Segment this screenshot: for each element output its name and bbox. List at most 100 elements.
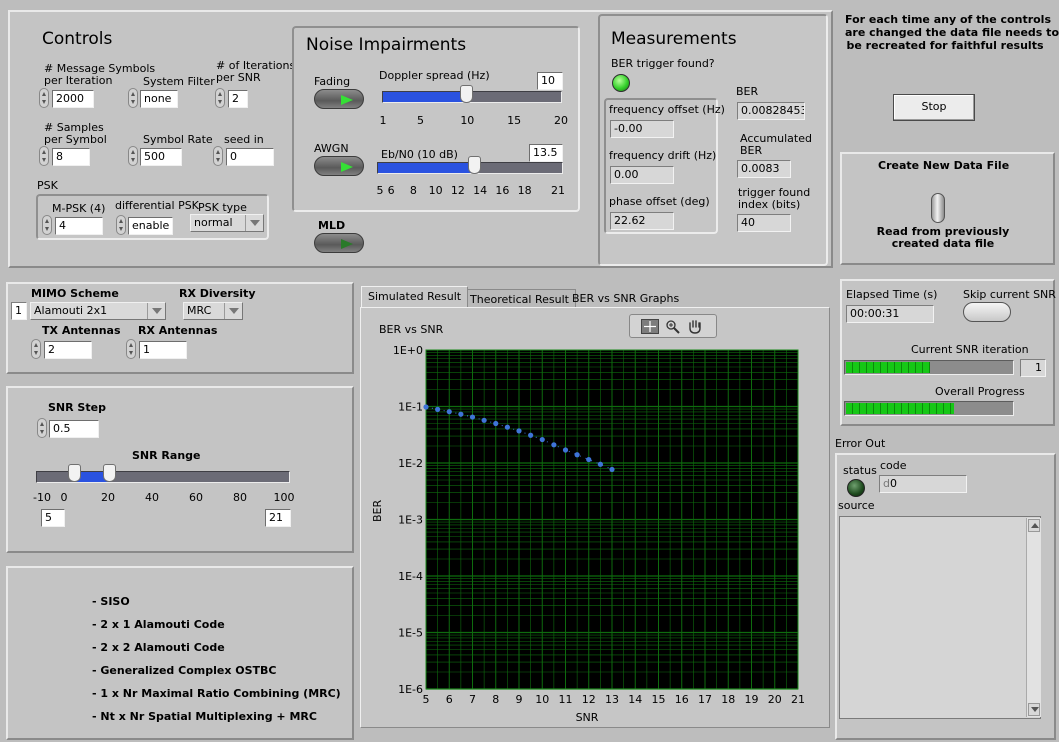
scroll-up-icon[interactable] (1028, 519, 1040, 532)
rx-diversity-label: RX Diversity (179, 287, 256, 300)
rx-diversity-select[interactable]: MRC (183, 302, 243, 320)
x-tick-label: 7 (469, 693, 476, 706)
tab-simulated[interactable]: Simulated Result (361, 286, 469, 308)
x-tick-label: 19 (745, 693, 759, 706)
data-point (423, 404, 429, 410)
error-source-label: source (838, 499, 875, 512)
rx-antennas-input[interactable]: 1 (139, 341, 187, 359)
error-status-label: status (843, 464, 877, 477)
doppler-fill (383, 92, 468, 102)
symbol-rate-spinner[interactable] (128, 146, 138, 166)
snr-step-input[interactable]: 0.5 (49, 420, 99, 438)
symbol-rate-input[interactable]: 500 (140, 148, 182, 166)
datafile-switch[interactable] (931, 193, 945, 223)
x-tick-label: 6 (446, 693, 453, 706)
snr-max-input[interactable]: 21 (265, 509, 291, 527)
psk-type-select[interactable]: normal (190, 214, 264, 232)
doppler-value[interactable]: 10 (537, 72, 563, 90)
scroll-down-icon[interactable] (1028, 703, 1040, 716)
noise-title: Noise Impairments (306, 35, 467, 55)
seed-spinner[interactable] (213, 146, 223, 166)
snr-range-tick-label: 40 (145, 491, 159, 504)
error-code-label: code (880, 459, 907, 472)
num-symbols-input[interactable]: 2000 (52, 90, 94, 108)
mimo-scheme-index: 1 (11, 302, 27, 320)
diff-psk-input[interactable]: enable (128, 217, 173, 235)
iterations-label: # of Iterations per SNR (216, 59, 296, 84)
samples-input[interactable]: 8 (52, 148, 90, 166)
skip-snr-button[interactable] (963, 302, 1011, 322)
mimo-scheme-select[interactable]: Alamouti 2x1 (30, 302, 166, 320)
error-source-text[interactable] (839, 516, 1041, 719)
num-symbols-spinner[interactable] (39, 88, 49, 108)
snr-range-tick-label: 80 (233, 491, 247, 504)
freq-offset-label: frequency offset (Hz) (609, 103, 725, 116)
diff-psk-spinner[interactable] (116, 215, 126, 235)
tab-ber-vs-snr: BER vs SNR Graphs (572, 292, 680, 305)
ebn0-tick-label: 5 (376, 184, 384, 197)
chevron-down-icon (224, 303, 242, 319)
psk-type-value: normal (194, 216, 233, 229)
doppler-thumb[interactable] (460, 85, 474, 103)
data-point (539, 436, 545, 443)
pan-hand-icon[interactable] (686, 319, 704, 334)
tx-antennas-input[interactable]: 2 (44, 341, 92, 359)
current-snr-fill (846, 362, 930, 373)
system-filter-input[interactable]: none (140, 90, 178, 108)
fading-toggle[interactable] (314, 89, 364, 109)
ebn0-tick-label: 12 (450, 184, 465, 197)
skip-snr-label: Skip current SNR (963, 288, 1056, 301)
phase-offset-value: 22.62 (610, 212, 674, 230)
data-point (574, 452, 580, 458)
iterations-input[interactable]: 2 (228, 90, 248, 108)
led-icon (341, 239, 353, 249)
rx-antennas-spinner[interactable] (126, 339, 136, 359)
x-tick-label: 13 (605, 693, 619, 706)
elapsed-value: 00:00:31 (846, 305, 934, 323)
snr-range-low-thumb[interactable] (68, 464, 81, 482)
scheme-list-item: - 2 x 2 Alamouti Code (92, 641, 225, 654)
led-icon (341, 162, 353, 172)
scheme-list-item: - 2 x 1 Alamouti Code (92, 618, 225, 631)
tx-antennas-spinner[interactable] (31, 339, 41, 359)
freq-drift-value: 0.00 (610, 166, 674, 184)
freq-drift-label: frequency drift (Hz) (609, 149, 717, 162)
seed-input[interactable]: 0 (226, 148, 274, 166)
trigger-index-label: trigger found index (bits) (738, 186, 811, 211)
x-axis-label: SNR (576, 711, 599, 724)
ber-value: 0.00828453 (737, 102, 805, 120)
x-tick-label: 12 (582, 693, 596, 706)
stop-button[interactable]: Stop (893, 94, 975, 121)
error-source-scrollbar[interactable] (1026, 518, 1041, 717)
data-point (528, 432, 534, 438)
mld-toggle[interactable] (314, 233, 364, 253)
zoom-icon[interactable] (664, 319, 682, 334)
samples-label: # Samples per Symbol (44, 121, 107, 146)
snr-range-tick-label: 20 (101, 491, 115, 504)
ebn0-value[interactable]: 13.5 (529, 144, 563, 162)
ebn0-tick-label: 16 (495, 184, 510, 197)
system-filter-label: System Filter (143, 75, 215, 88)
error-code-value: d0 (879, 475, 967, 493)
iterations-spinner[interactable] (215, 88, 225, 108)
mpsk-spinner[interactable] (42, 215, 52, 235)
crosshair-icon[interactable] (641, 319, 659, 334)
awgn-toggle[interactable] (314, 156, 364, 176)
doppler-tick-label: 1 (379, 114, 387, 127)
y-tick-label: 1E+0 (393, 344, 423, 357)
snr-step-spinner[interactable] (37, 418, 47, 438)
mpsk-input[interactable]: 4 (55, 217, 103, 235)
data-point (551, 442, 557, 448)
system-filter-spinner[interactable] (128, 88, 138, 108)
samples-spinner[interactable] (39, 146, 49, 166)
error-code-number: 0 (889, 477, 897, 490)
snr-min-input[interactable]: 5 (41, 509, 65, 527)
notice-text: For each time any of the controls are ch… (845, 13, 1059, 52)
symbol-rate-label: Symbol Rate (143, 133, 213, 146)
tab-theoretical[interactable]: Theoretical Result (463, 289, 576, 308)
snr-range-high-thumb[interactable] (103, 464, 117, 482)
ebn0-thumb[interactable] (467, 156, 481, 174)
doppler-tick-label: 15 (507, 114, 522, 127)
snr-range-label: SNR Range (132, 449, 201, 462)
y-tick-label: 1E-4 (398, 570, 423, 583)
